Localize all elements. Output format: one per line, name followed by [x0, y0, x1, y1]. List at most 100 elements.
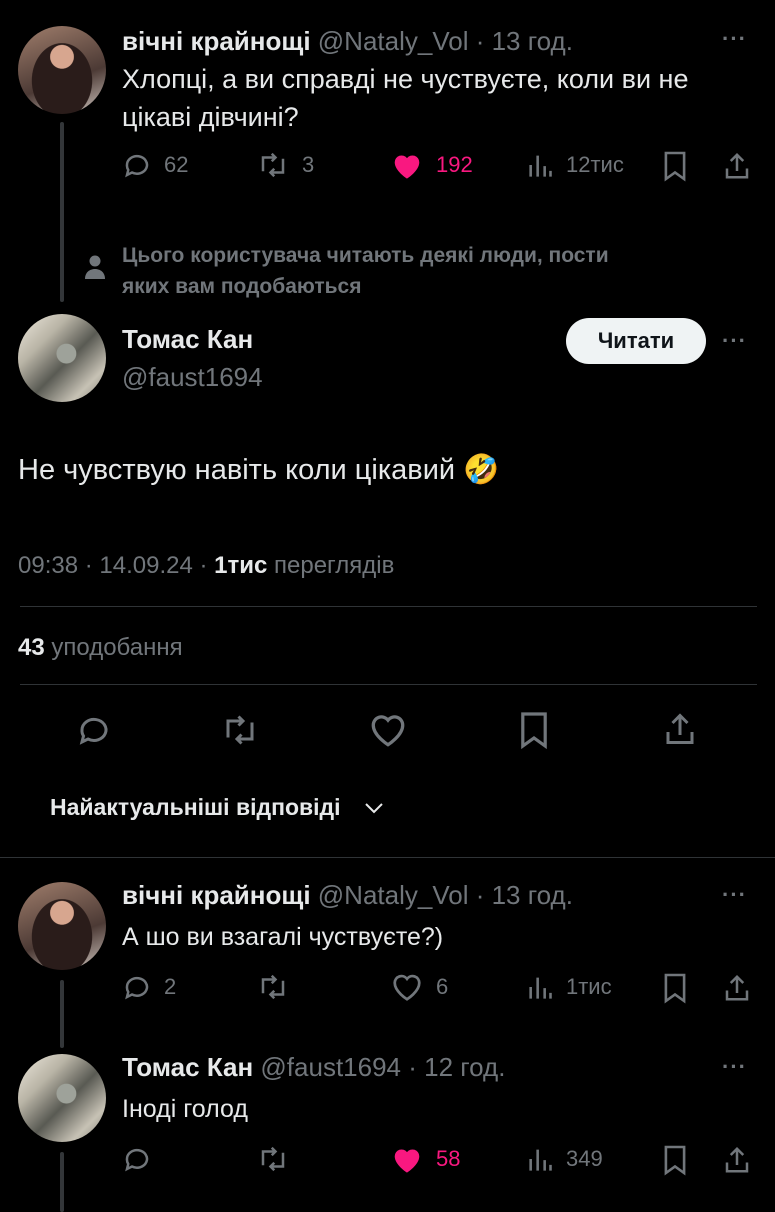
- share-icon: [725, 152, 749, 179]
- repost-button[interactable]: [256, 1144, 290, 1174]
- views-count: 1тис: [214, 552, 268, 579]
- like-button[interactable]: [368, 712, 408, 748]
- share-button[interactable]: [722, 972, 752, 1004]
- replies-sort-label: Найактуальніші відповіді: [50, 794, 341, 820]
- post-text: Не чувствую навіть коли цікавий 🤣: [18, 454, 500, 486]
- author-handle-time[interactable]: @Nataly_Vol · 13 год.: [318, 880, 573, 910]
- thread-line: [60, 1152, 64, 1212]
- post-header: Томас Кан @faust1694 · 12 год.: [122, 1052, 505, 1083]
- timestamp[interactable]: 09:38 · 14.09.24 ·: [18, 552, 214, 579]
- bookmark-icon: [521, 712, 547, 750]
- views-icon: [529, 977, 552, 999]
- author-name[interactable]: вічні крайнощі: [122, 880, 311, 910]
- author-name[interactable]: вічні крайнощі: [122, 26, 311, 56]
- repost-count: 3: [302, 152, 315, 177]
- share-icon: [725, 1146, 749, 1173]
- divider: [20, 606, 757, 607]
- share-icon: [725, 974, 749, 1001]
- more-options-icon[interactable]: ···: [722, 26, 747, 52]
- follow-button[interactable]: Читати: [566, 318, 706, 364]
- chevron-down-icon: [364, 802, 383, 813]
- bookmark-icon: [664, 973, 686, 1004]
- avatar[interactable]: [18, 26, 106, 114]
- reply-button[interactable]: 2: [122, 972, 176, 1002]
- more-options-icon[interactable]: ···: [722, 882, 747, 908]
- post-text-line: цікаві дівчині?: [122, 102, 299, 132]
- social-context: Цього користувача читають деякі люди, по…: [122, 240, 609, 302]
- author-handle[interactable]: @faust1694: [122, 362, 263, 393]
- repost-icon: [261, 1146, 285, 1172]
- like-count: 6: [436, 974, 449, 999]
- like-button[interactable]: 192: [390, 150, 473, 180]
- replies-sort-dropdown[interactable]: Найактуальніші відповіді: [50, 794, 385, 821]
- reply-button[interactable]: [76, 712, 112, 748]
- like-button[interactable]: 58: [390, 1144, 460, 1174]
- reply-icon: [79, 717, 108, 745]
- repost-icon: [261, 974, 285, 1000]
- avatar[interactable]: [18, 314, 106, 402]
- reply-count: 62: [164, 152, 189, 177]
- share-button[interactable]: [722, 150, 752, 182]
- reply-icon: [125, 976, 149, 1000]
- reply-button[interactable]: 62: [122, 150, 188, 180]
- like-button[interactable]: 6: [390, 972, 448, 1002]
- thread-line: [60, 122, 64, 302]
- likes-summary[interactable]: 43 уподобання: [18, 634, 183, 662]
- views-icon: [529, 1149, 552, 1171]
- author-name[interactable]: Томас Кан: [122, 324, 253, 355]
- likes-count: 43: [18, 634, 45, 661]
- heart-icon: [393, 974, 421, 1001]
- likes-label: уподобання: [44, 634, 183, 661]
- more-options-icon[interactable]: ···: [722, 1054, 747, 1080]
- post-text: Хлопці, а ви справді не чуствуєте, коли …: [122, 60, 688, 136]
- views-label: переглядів: [267, 552, 395, 579]
- person-icon: [85, 255, 105, 279]
- author-handle-time[interactable]: @faust1694 · 12 год.: [260, 1052, 505, 1082]
- repost-button[interactable]: 3: [256, 150, 314, 180]
- heart-icon: [371, 715, 405, 747]
- author-handle-time[interactable]: @Nataly_Vol · 13 год.: [318, 26, 573, 56]
- views-button[interactable]: 12тис: [526, 150, 624, 180]
- post-text: Іноді голод: [122, 1095, 248, 1123]
- post-header: вічні крайнощі @Nataly_Vol · 13 год.: [122, 880, 573, 911]
- heart-filled-icon: [394, 1149, 420, 1173]
- bookmark-icon: [664, 151, 686, 182]
- bookmark-icon: [664, 1145, 686, 1176]
- avatar[interactable]: [18, 882, 106, 970]
- views-button[interactable]: 349: [526, 1144, 603, 1174]
- bookmark-button[interactable]: [662, 972, 688, 1004]
- share-button[interactable]: [722, 1144, 752, 1176]
- bookmark-button[interactable]: [662, 1144, 688, 1176]
- post-text: А шо ви взагалі чуствуєте?): [122, 923, 444, 951]
- post-header: вічні крайнощі @Nataly_Vol · 13 год.: [122, 26, 573, 57]
- reply-icon: [125, 154, 149, 178]
- bookmark-button[interactable]: [518, 710, 550, 750]
- like-count: 192: [436, 152, 473, 177]
- share-button[interactable]: [662, 710, 698, 748]
- like-count: 58: [436, 1146, 461, 1171]
- repost-icon: [226, 715, 254, 745]
- social-context-line: яких вам подобаються: [122, 275, 362, 298]
- reply-icon: [125, 1148, 149, 1172]
- bookmark-button[interactable]: [662, 150, 688, 182]
- post-meta: 09:38 · 14.09.24 · 1тис переглядів: [18, 552, 394, 580]
- repost-button[interactable]: [256, 972, 290, 1002]
- divider: [0, 857, 775, 858]
- more-options-icon[interactable]: ···: [722, 328, 747, 354]
- repost-button[interactable]: [220, 712, 260, 748]
- reply-count: 2: [164, 974, 177, 999]
- reply-button[interactable]: [122, 1144, 152, 1174]
- views-count: 1тис: [566, 974, 612, 999]
- thread-line: [60, 980, 64, 1048]
- views-button[interactable]: 1тис: [526, 972, 612, 1002]
- post-text-line: Хлопці, а ви справді не чуствуєте, коли …: [122, 64, 689, 94]
- divider: [20, 684, 757, 685]
- views-count: 12тис: [566, 152, 624, 177]
- heart-filled-icon: [394, 155, 420, 179]
- views-icon: [529, 155, 552, 177]
- avatar[interactable]: [18, 1054, 106, 1142]
- share-icon: [666, 713, 694, 744]
- views-count: 349: [566, 1146, 603, 1171]
- repost-icon: [261, 152, 285, 178]
- author-name[interactable]: Томас Кан: [122, 1052, 253, 1082]
